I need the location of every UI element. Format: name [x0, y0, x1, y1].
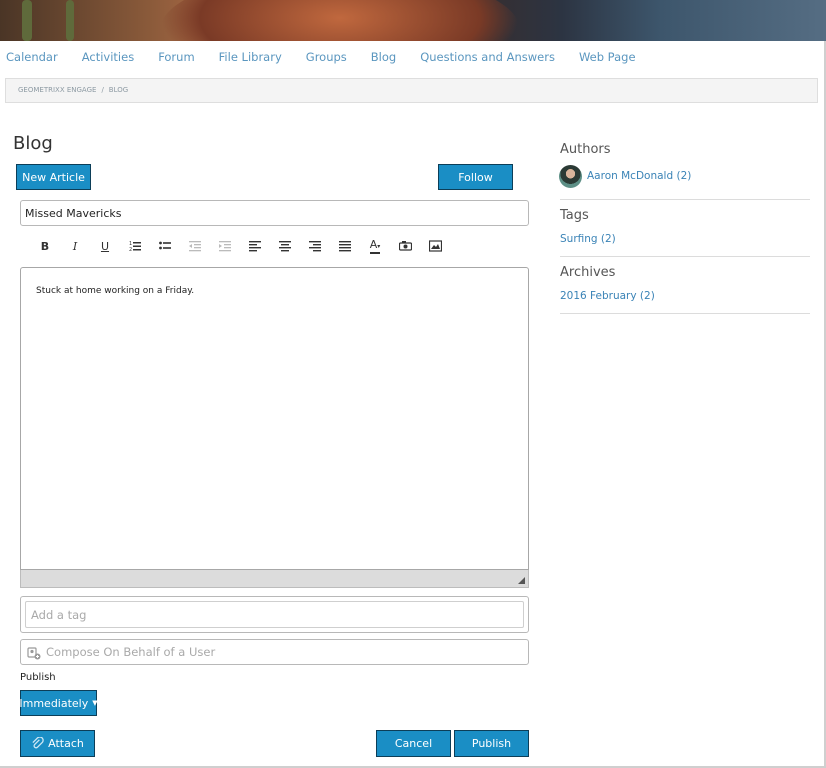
article-body-editor[interactable]: Stuck at home working on a Friday.	[20, 267, 529, 570]
nav-item-file-library[interactable]: File Library	[219, 50, 282, 64]
link-button[interactable]	[390, 237, 420, 255]
compose-on-behalf-field[interactable]: Compose On Behalf of a User	[20, 639, 529, 665]
resize-grip-icon[interactable]	[518, 577, 525, 584]
unordered-list-button[interactable]	[150, 237, 180, 255]
authors-heading: Authors	[560, 142, 611, 157]
text-color-icon: A▾	[369, 239, 381, 254]
outdent-icon	[188, 241, 201, 252]
text-color-button[interactable]: A▾	[360, 237, 390, 255]
tag-input[interactable]: Add a tag	[25, 601, 524, 628]
nav-item-blog[interactable]: Blog	[371, 50, 396, 64]
attach-label: Attach	[48, 737, 84, 750]
article-title-input[interactable]: Missed Mavericks	[20, 200, 529, 226]
nav-item-groups[interactable]: Groups	[306, 50, 347, 64]
nav-item-questions-and-answers[interactable]: Questions and Answers	[420, 50, 555, 64]
caret-down-icon: ▼	[92, 699, 98, 707]
cancel-button[interactable]: Cancel	[376, 730, 451, 757]
archive-link[interactable]: 2016 February (2)	[560, 290, 655, 302]
align-center-button[interactable]	[270, 237, 300, 255]
breadcrumb: GEOMETRIXX ENGAGE / BLOG	[5, 78, 818, 103]
bold-button[interactable]: B	[30, 237, 60, 255]
image-button[interactable]	[420, 237, 450, 255]
main-nav: Calendar Activities Forum File Library G…	[6, 50, 660, 64]
ordered-list-button[interactable]: 12	[120, 237, 150, 255]
cactus-shape	[66, 0, 74, 41]
publish-label: Publish	[20, 672, 56, 683]
underline-button[interactable]: U	[90, 237, 120, 255]
mountain-shape	[160, 0, 520, 41]
indent-icon	[218, 241, 231, 252]
align-left-icon	[248, 241, 261, 252]
sidebar-divider	[560, 313, 810, 314]
publish-timing-value: Immediately	[19, 696, 89, 710]
underline-icon: U	[100, 239, 110, 253]
tag-link[interactable]: Surfing (2)	[560, 233, 616, 245]
bold-icon: B	[40, 239, 50, 253]
user-select-icon	[27, 647, 41, 660]
nav-item-web-page[interactable]: Web Page	[579, 50, 636, 64]
archives-heading: Archives	[560, 265, 616, 280]
indent-button[interactable]	[210, 237, 240, 255]
link-icon	[398, 241, 412, 251]
italic-icon: I	[72, 239, 78, 253]
align-right-button[interactable]	[300, 237, 330, 255]
unordered-list-icon	[158, 241, 171, 250]
editor-resize-bar	[20, 570, 529, 588]
nav-item-forum[interactable]: Forum	[158, 50, 194, 64]
nav-item-calendar[interactable]: Calendar	[6, 50, 58, 64]
outdent-button[interactable]	[180, 237, 210, 255]
justify-icon	[338, 241, 351, 252]
new-article-button[interactable]: New Article	[16, 164, 91, 190]
nav-item-activities[interactable]: Activities	[82, 50, 134, 64]
italic-button[interactable]: I	[60, 237, 90, 255]
breadcrumb-item-home[interactable]: GEOMETRIXX ENGAGE	[18, 86, 96, 94]
page-title: Blog	[13, 133, 53, 154]
attach-button[interactable]: Attach	[20, 730, 95, 757]
align-left-button[interactable]	[240, 237, 270, 255]
cactus-shape	[22, 0, 32, 41]
compose-on-behalf-placeholder: Compose On Behalf of a User	[46, 645, 216, 659]
sidebar-divider	[560, 256, 810, 257]
ordered-list-icon: 12	[129, 241, 141, 252]
paperclip-icon	[32, 737, 44, 749]
article-body-text: Stuck at home working on a Friday.	[36, 286, 195, 296]
breadcrumb-separator: /	[101, 86, 104, 94]
breadcrumb-item-blog[interactable]: BLOG	[109, 86, 128, 94]
align-center-icon	[278, 241, 291, 252]
sidebar-divider	[560, 199, 810, 200]
svg-text:2: 2	[129, 247, 132, 252]
image-icon	[428, 240, 442, 252]
author-link[interactable]: Aaron McDonald (2)	[587, 170, 691, 182]
follow-button[interactable]: Follow	[438, 164, 513, 190]
tags-heading: Tags	[560, 208, 589, 223]
publish-timing-dropdown[interactable]: Immediately ▼	[19, 690, 98, 716]
editor-toolbar: B I U 12 A▾	[30, 237, 450, 255]
publish-button[interactable]: Publish	[454, 730, 529, 757]
justify-button[interactable]	[330, 237, 360, 255]
align-right-icon	[308, 241, 321, 252]
tag-field: Add a tag	[20, 596, 529, 633]
author-avatar[interactable]	[559, 165, 582, 188]
header-banner-image	[0, 0, 826, 41]
